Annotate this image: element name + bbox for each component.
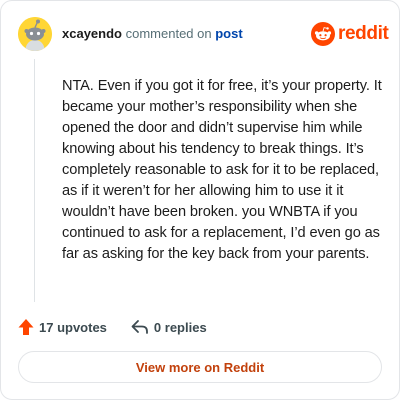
upvote-arrow-icon [18, 319, 34, 335]
comment-header: xcayendo commented on post [62, 26, 243, 42]
reddit-wordmark: reddit [338, 23, 389, 44]
snoo-avatar-icon [18, 17, 52, 51]
reddit-alien-icon [311, 22, 335, 46]
replies-button[interactable]: 0 replies [131, 319, 207, 335]
replies-count: 0 replies [153, 319, 207, 335]
upvotes-count: 17 upvotes [39, 319, 107, 335]
post-link[interactable]: post [215, 26, 242, 41]
commented-on-text: commented on [125, 26, 212, 41]
thread-line [34, 59, 35, 302]
username[interactable]: xcayendo [62, 26, 122, 41]
reddit-logo[interactable]: reddit [311, 22, 389, 46]
avatar[interactable] [18, 17, 52, 51]
comment-card: xcayendo commented on post reddit NTA. E… [0, 0, 400, 400]
comment-actions: 17 upvotes 0 replies [18, 317, 207, 337]
upvote-button[interactable]: 17 upvotes [18, 318, 107, 336]
view-more-button[interactable]: View more on Reddit [18, 351, 382, 383]
comment-body: NTA. Even if you got it for free, it’s y… [62, 78, 382, 262]
reply-arrow-icon [131, 320, 148, 334]
